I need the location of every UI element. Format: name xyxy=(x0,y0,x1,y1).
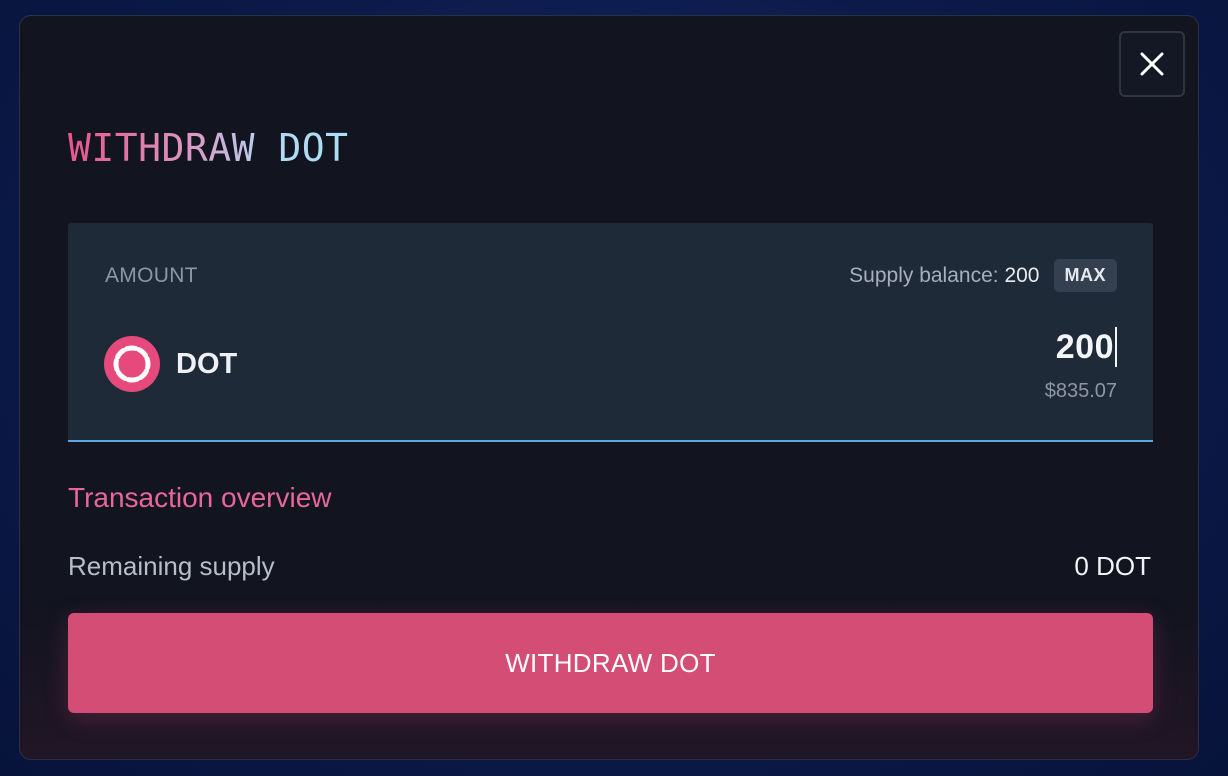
usd-value: $835.07 xyxy=(1044,380,1117,402)
withdraw-button[interactable]: WITHDRAW DOT xyxy=(68,613,1153,713)
supply-balance-text: Supply balance: 200 xyxy=(849,264,1039,288)
text-caret xyxy=(1115,327,1117,367)
remaining-supply-value: 0 DOT xyxy=(1074,551,1151,581)
modal-title: WITHDRAW DOT xyxy=(68,126,349,170)
amount-input-panel: AMOUNT Supply balance: 200 MAX DOT 200 $… xyxy=(68,223,1153,442)
supply-balance-label: Supply balance: xyxy=(849,263,999,287)
close-button[interactable] xyxy=(1119,31,1185,97)
token-selector: DOT xyxy=(104,336,237,392)
token-symbol: DOT xyxy=(176,347,238,380)
amount-input-value[interactable]: 200 xyxy=(1056,328,1114,367)
remaining-supply-label: Remaining supply xyxy=(68,551,275,581)
amount-field[interactable]: 200 xyxy=(1056,327,1117,367)
transaction-overview-title: Transaction overview xyxy=(68,482,332,513)
supply-balance-row: Supply balance: 200 MAX xyxy=(849,259,1117,292)
supply-balance-value: 200 xyxy=(1004,263,1040,287)
polkadot-icon xyxy=(104,336,160,392)
amount-label: AMOUNT xyxy=(105,264,198,287)
max-button[interactable]: MAX xyxy=(1053,259,1117,292)
close-icon xyxy=(1140,52,1164,76)
withdraw-modal: WITHDRAW DOT AMOUNT Supply balance: 200 … xyxy=(19,15,1199,760)
